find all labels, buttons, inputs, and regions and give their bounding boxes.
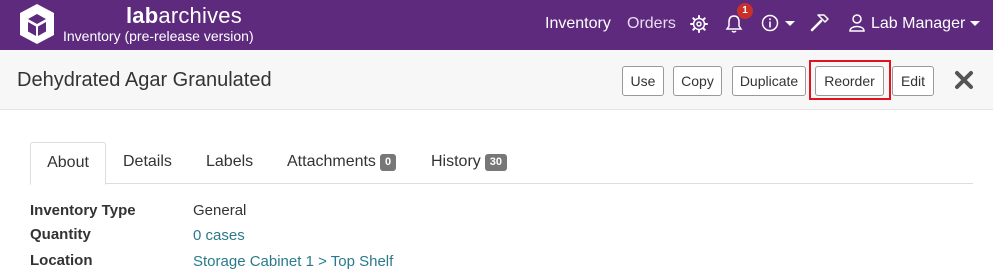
history-count-badge: 30 [484,154,508,171]
tab-labels-label: Labels [206,153,254,170]
tab-history[interactable]: History 30 [431,142,508,184]
gear-icon[interactable] [690,15,708,33]
tab-history-label: History [431,153,481,170]
copy-button[interactable]: Copy [673,66,722,96]
nav-orders[interactable]: Orders [627,14,676,34]
brand-name[interactable]: labarchives [126,4,242,28]
notification-badge: 1 [737,3,753,19]
use-button[interactable]: Use [622,66,664,96]
nav-inventory[interactable]: Inventory [545,14,611,34]
top-navbar: labarchives Inventory (pre-release versi… [0,0,993,50]
user-icon[interactable] [848,13,866,33]
user-caret-icon[interactable] [970,21,980,26]
info-icon[interactable] [761,14,779,32]
edit-button[interactable]: Edit [892,66,934,96]
tab-attachments[interactable]: Attachments 0 [287,142,397,184]
app-subtitle: Inventory (pre-release version) [63,28,254,44]
quantity-label: Quantity [30,226,91,243]
quantity-link[interactable]: 0 cases [193,226,245,246]
item-tabs: About Details Labels Attachments 0 Histor… [30,142,973,185]
location-link[interactable]: Storage Cabinet 1 > Top Shelf [193,252,393,272]
hammer-icon[interactable] [808,12,830,34]
reorder-highlight-box [809,60,891,100]
duplicate-button[interactable]: Duplicate [732,66,806,96]
tab-about-label: About [47,154,89,171]
tab-about[interactable]: About [30,142,106,185]
info-caret-icon[interactable] [785,21,795,26]
page-title: Dehydrated Agar Granulated [17,69,272,91]
labarchives-logo-icon[interactable] [18,2,56,46]
inventory-type-value: General [193,202,247,219]
tab-labels[interactable]: Labels [206,142,253,184]
tab-details-label: Details [123,153,172,170]
location-label: Location [30,252,93,269]
item-title-bar: Dehydrated Agar Granulated Use Copy Dupl… [0,50,993,110]
tab-attachments-label: Attachments [287,153,376,170]
attachments-count-badge: 0 [379,154,397,171]
close-icon[interactable] [953,69,975,91]
inventory-type-label: Inventory Type [30,202,136,219]
user-menu[interactable]: Lab Manager [871,14,965,34]
tab-details[interactable]: Details [123,142,172,184]
